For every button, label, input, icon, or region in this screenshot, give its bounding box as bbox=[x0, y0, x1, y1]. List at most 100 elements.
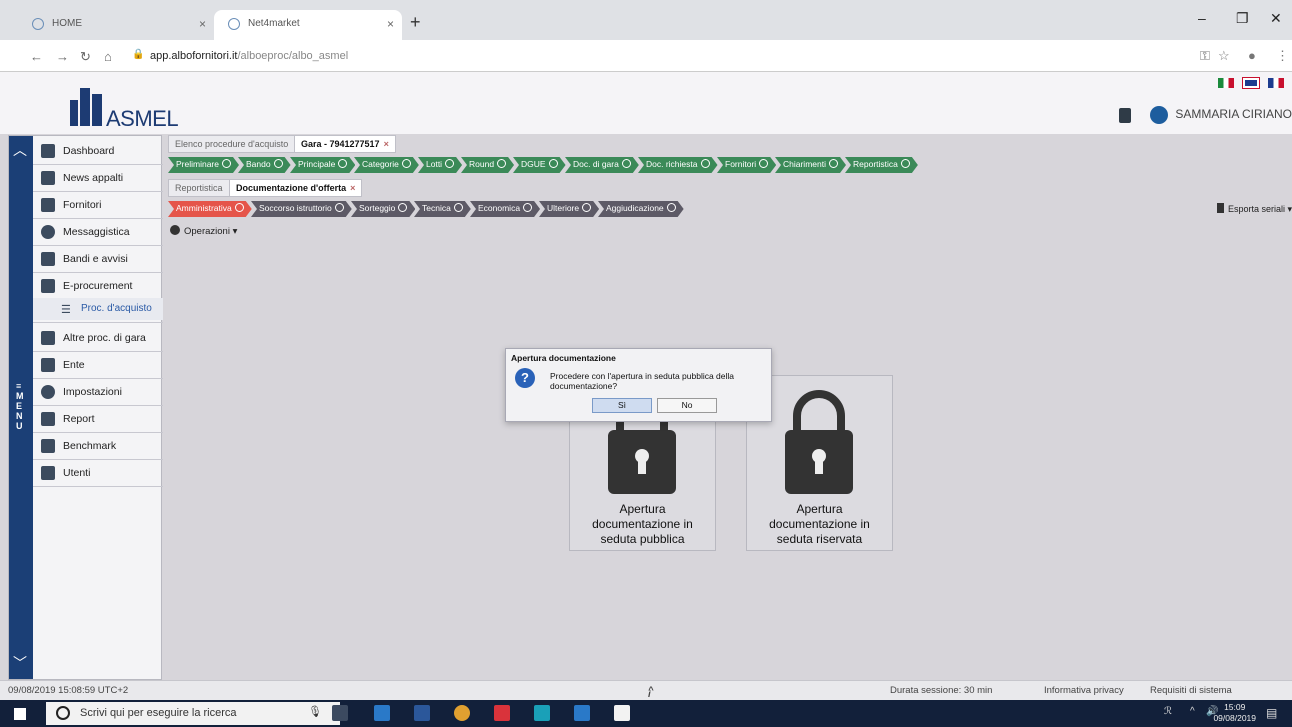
flag-en-icon[interactable] bbox=[1242, 77, 1261, 90]
card-label: Apertura documentazione in seduta pubbli… bbox=[592, 502, 693, 546]
tab-reportistica[interactable]: Reportistica bbox=[168, 179, 230, 197]
flag-it-icon[interactable] bbox=[1218, 78, 1235, 89]
step-ulteriore[interactable]: Ulteriore bbox=[539, 201, 599, 217]
step-sorteggio[interactable]: Sorteggio bbox=[351, 201, 415, 217]
sidebar-item-altre-proc[interactable]: Altre proc. di gara bbox=[33, 325, 163, 351]
browser-tab-home[interactable]: HOME × bbox=[18, 10, 214, 40]
close-icon[interactable]: × bbox=[199, 17, 206, 31]
document-icon[interactable] bbox=[1118, 107, 1131, 123]
divider bbox=[33, 322, 163, 323]
app-red-icon[interactable] bbox=[494, 705, 510, 721]
new-tab-button[interactable]: + bbox=[410, 12, 421, 33]
sidebar-item-utenti[interactable]: Utenti bbox=[33, 460, 163, 486]
check-icon bbox=[829, 159, 838, 168]
close-icon[interactable]: × bbox=[350, 183, 355, 193]
status-bar: 09/08/2019 15:08:59 UTC+2 i ^ Durata ses… bbox=[0, 680, 1292, 700]
sidebar-item-news-appalti[interactable]: News appalti bbox=[33, 165, 163, 191]
user-name[interactable]: SAMMARIA CIRIANO bbox=[1175, 107, 1292, 121]
forward-icon[interactable]: → bbox=[56, 49, 69, 64]
microphone-icon[interactable]: 🎙 bbox=[308, 705, 322, 718]
step-doc-di-gara[interactable]: Doc. di gara bbox=[565, 157, 639, 173]
step-doc-richiesta[interactable]: Doc. richiesta bbox=[638, 157, 718, 173]
step-fornitori[interactable]: Fornitori bbox=[717, 157, 776, 173]
sidebar-item-proc-acquisto[interactable]: ☰ Proc. d'acquisto bbox=[33, 298, 163, 320]
people-icon[interactable]: ℛ bbox=[1164, 706, 1172, 717]
close-icon[interactable]: × bbox=[387, 17, 394, 31]
yes-button[interactable]: Sì bbox=[592, 398, 652, 413]
check-icon bbox=[549, 159, 558, 168]
sidebar-item-fornitori[interactable]: Fornitori bbox=[33, 192, 163, 218]
file-explorer-icon[interactable] bbox=[374, 705, 390, 721]
user-icon[interactable] bbox=[1149, 106, 1168, 124]
export-button[interactable]: Esporta seriali ▾ bbox=[1216, 203, 1292, 215]
tab-gara[interactable]: Gara - 7941277517 × bbox=[294, 135, 396, 153]
profile-icon[interactable]: ● bbox=[1248, 48, 1256, 63]
app-document-icon[interactable] bbox=[614, 705, 630, 721]
chevron-down-icon[interactable]: ﹀ bbox=[13, 653, 27, 673]
tray-chevron-icon[interactable]: ^ bbox=[1190, 706, 1195, 717]
no-button[interactable]: No bbox=[657, 398, 717, 413]
dialog-message: Procedere con l'apertura in seduta pubbl… bbox=[550, 371, 735, 391]
step-reportistica[interactable]: Reportistica bbox=[845, 157, 918, 173]
restore-button[interactable]: ❐ bbox=[1236, 10, 1249, 27]
word-icon[interactable] bbox=[414, 705, 430, 721]
sidebar-item-messaggistica[interactable]: Messaggistica bbox=[33, 219, 163, 245]
step-preliminare[interactable]: Preliminare bbox=[168, 157, 239, 173]
chrome-icon[interactable] bbox=[454, 705, 470, 721]
step-soccorso-istruttorio[interactable]: Soccorso istruttorio bbox=[251, 201, 352, 217]
privacy-link[interactable]: Informativa privacy bbox=[1044, 685, 1124, 696]
reload-icon[interactable]: ↻ bbox=[80, 49, 91, 65]
close-window-button[interactable]: ✕ bbox=[1270, 10, 1282, 27]
tab-documentazione-offerta[interactable]: Documentazione d'offerta × bbox=[229, 179, 363, 197]
key-icon[interactable]: ⚿ bbox=[1200, 48, 1210, 64]
circle-icon bbox=[454, 203, 463, 212]
operations-dropdown[interactable]: Operazioni ▾ bbox=[170, 225, 237, 237]
sidebar-item-benchmark[interactable]: Benchmark bbox=[33, 433, 163, 459]
more-icon[interactable]: ⋮ bbox=[1276, 48, 1289, 64]
sidebar-item-e-procurement[interactable]: E-procurement bbox=[33, 273, 163, 299]
sidebar-item-impostazioni[interactable]: Impostazioni bbox=[33, 379, 163, 405]
step-chiarimenti[interactable]: Chiarimenti bbox=[775, 157, 846, 173]
taskbar-clock[interactable]: 15:09 09/08/2019 bbox=[1213, 702, 1256, 724]
info-button[interactable]: i ^ bbox=[648, 685, 654, 700]
sidebar-item-report[interactable]: Report bbox=[33, 406, 163, 432]
sidebar-item-ente[interactable]: Ente bbox=[33, 352, 163, 378]
header-user-area: SAMMARIA CIRIANO bbox=[1118, 106, 1292, 124]
taskbar-search-input[interactable]: Scrivi qui per eseguire la ricerca bbox=[46, 702, 340, 725]
app-blue-icon[interactable] bbox=[574, 705, 590, 721]
lock-icon: 🔒 bbox=[132, 49, 145, 60]
chevron-up-icon[interactable]: ︿ bbox=[13, 140, 27, 160]
star-icon[interactable]: ☆ bbox=[1218, 48, 1230, 64]
home-icon[interactable]: ⌂ bbox=[104, 49, 112, 64]
browser-tab-net4market[interactable]: Net4market × bbox=[214, 10, 402, 40]
sidebar-item-bandi-avvisi[interactable]: Bandi e avvisi bbox=[33, 246, 163, 272]
step-economica[interactable]: Economica bbox=[470, 201, 540, 217]
megaphone-icon bbox=[41, 252, 55, 266]
step-dgue[interactable]: DGUE bbox=[513, 157, 566, 173]
step-amministrativa[interactable]: Amministrativa bbox=[168, 201, 252, 217]
sidebar-item-dashboard[interactable]: Dashboard bbox=[33, 138, 163, 164]
menu-label[interactable]: ≡ M E N U bbox=[16, 381, 24, 431]
step-round[interactable]: Round bbox=[461, 157, 514, 173]
step-label: Doc. richiesta bbox=[646, 159, 698, 169]
step-categorie[interactable]: Categorie bbox=[354, 157, 419, 173]
tab-elenco-procedure[interactable]: Elenco procedure d'acquisto bbox=[168, 135, 296, 153]
back-icon[interactable]: ← bbox=[30, 49, 43, 64]
notifications-icon[interactable]: ▤ bbox=[1266, 706, 1277, 720]
requirements-link[interactable]: Requisiti di sistema bbox=[1150, 685, 1232, 696]
app-d-icon[interactable] bbox=[534, 705, 550, 721]
step-label: Chiarimenti bbox=[783, 159, 826, 169]
file-icon bbox=[1216, 203, 1224, 213]
task-view-icon[interactable] bbox=[332, 705, 348, 721]
step-tecnica[interactable]: Tecnica bbox=[414, 201, 471, 217]
minimize-button[interactable]: – bbox=[1198, 10, 1206, 26]
close-icon[interactable]: × bbox=[384, 139, 389, 149]
windows-start-icon[interactable] bbox=[14, 708, 26, 720]
step-bando[interactable]: Bando bbox=[238, 157, 291, 173]
url-field[interactable]: app.albofornitori.it/alboeproc/albo_asme… bbox=[150, 50, 348, 62]
step-principale[interactable]: Principale bbox=[290, 157, 355, 173]
flag-fr-icon[interactable] bbox=[1268, 78, 1284, 89]
truck-icon bbox=[41, 198, 55, 212]
step-aggiudicazione[interactable]: Aggiudicazione bbox=[598, 201, 684, 217]
step-lotti[interactable]: Lotti bbox=[418, 157, 462, 173]
